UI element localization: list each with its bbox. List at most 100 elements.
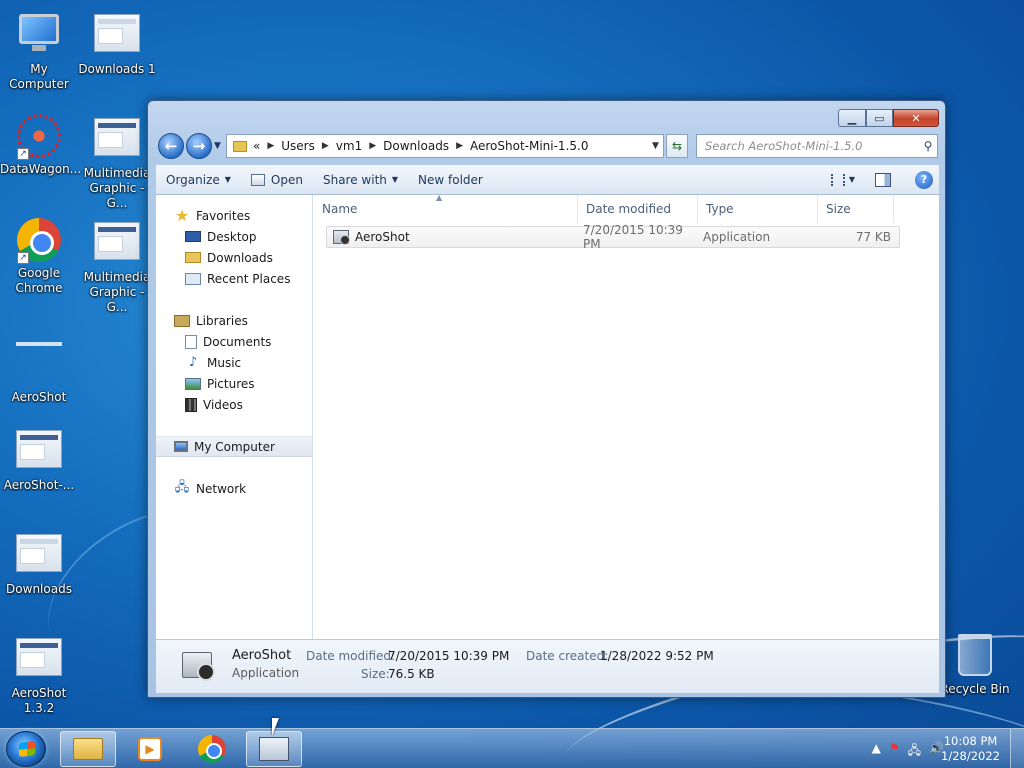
videos-icon [185, 397, 197, 412]
nav-item-libraries[interactable]: Libraries [156, 310, 312, 331]
column-header-date-modified[interactable]: Date modified [578, 195, 698, 223]
search-input[interactable] [705, 139, 919, 153]
desktop-icon-label: AeroShot-... [3, 478, 75, 492]
show-hidden-icons-icon[interactable]: ▲ [872, 741, 881, 762]
address-bar[interactable]: « ▶ Users ▶ vm1 ▶ Downloads ▶ AeroShot-M… [226, 134, 664, 158]
system-tray: ▲ ⚑ 🖧 🔊 [872, 741, 944, 762]
column-label: Type [706, 202, 734, 216]
folder-icon [233, 140, 247, 152]
close-icon: ✕ [911, 111, 921, 125]
nav-item-recent-places[interactable]: Recent Places [156, 268, 312, 289]
desktop-icon-my-computer[interactable]: My Computer [0, 10, 78, 92]
desktop-icon-multimedia-graphic-1[interactable]: Multimedia Graphic - G... [78, 114, 156, 211]
nav-item-my-computer[interactable]: My Computer [156, 436, 312, 457]
breadcrumb-aeroshot-mini[interactable]: AeroShot-Mini-1.5.0 [470, 139, 588, 153]
desktop-icon-downloads-1[interactable]: Downloads 1 [78, 10, 156, 77]
screenshot-thumbnail-icon [16, 638, 62, 676]
close-button[interactable]: ✕ [893, 109, 939, 127]
nav-item-label: Music [207, 355, 242, 370]
forward-button[interactable]: → [186, 133, 212, 159]
breadcrumb-downloads[interactable]: Downloads [383, 139, 449, 153]
column-header-type[interactable]: Type [698, 195, 818, 223]
desktop-icon-label: Downloads [6, 582, 72, 596]
computer-icon [174, 441, 188, 452]
share-with-button[interactable]: Share with ▼ [313, 165, 408, 194]
details-file-type: Application [232, 666, 300, 680]
desktop-icon-datawagon[interactable]: ↗ DataWagon... [0, 114, 81, 177]
mouse-cursor-icon [272, 718, 286, 736]
change-view-icon[interactable] [830, 173, 845, 186]
nav-item-label: Pictures [207, 376, 255, 391]
desktop-icon-recycle-bin[interactable]: Recycle Bin [936, 634, 1014, 697]
file-name: AeroShot [355, 230, 410, 244]
network-icon: 🖧 [174, 479, 190, 495]
start-button[interactable] [6, 731, 46, 767]
taskbar-windows-explorer[interactable] [60, 731, 116, 767]
help-icon[interactable]: ? [915, 170, 933, 189]
search-icon[interactable]: ⚲ [919, 139, 937, 153]
desktop-icon-label: My Computer [9, 62, 69, 91]
action-center-icon[interactable]: ⚑ [889, 741, 900, 762]
details-size: 76.5 KB [388, 667, 435, 681]
nav-item-music[interactable]: ♪ Music [156, 352, 312, 373]
nav-item-label: My Computer [194, 439, 275, 454]
organize-button[interactable]: Organize ▼ [156, 165, 241, 194]
clock-date: 1/28/2022 [941, 749, 1000, 763]
file-row[interactable]: AeroShot 7/20/2015 10:39 PM Application … [326, 223, 900, 251]
minimize-button[interactable]: ▁ [838, 109, 866, 127]
breadcrumb-users[interactable]: Users [281, 139, 315, 153]
nav-item-documents[interactable]: Documents [156, 331, 312, 352]
nav-item-desktop[interactable]: Desktop [156, 226, 312, 247]
application-icon [333, 230, 350, 245]
taskbar-google-chrome[interactable] [184, 731, 240, 767]
column-header-size[interactable]: Size [818, 195, 894, 223]
forward-arrow-icon: → [192, 137, 206, 155]
show-desktop-button[interactable] [1010, 729, 1024, 768]
refresh-button[interactable]: ⇆ [666, 134, 688, 158]
desktop-icon-multimedia-graphic-2[interactable]: Multimedia Graphic - G... [78, 218, 156, 315]
recycle-bin-icon [958, 634, 992, 676]
desktop-icon-aeroshot-132[interactable]: AeroShot 1.3.2 [0, 634, 78, 716]
desktop-icon-aeroshot[interactable]: AeroShot [0, 322, 78, 405]
screenshot-thumbnail-icon [94, 222, 140, 260]
clock[interactable]: 10:08 PM 1/28/2022 [941, 734, 1000, 764]
preview-pane-icon[interactable] [875, 172, 891, 187]
maximize-button[interactable]: ▭ [866, 109, 893, 127]
restore-icon: ▭ [874, 111, 885, 125]
new-folder-button[interactable]: New folder [408, 165, 493, 194]
address-dropdown-button[interactable]: ▼ [647, 141, 663, 151]
nav-item-label: Desktop [207, 229, 257, 244]
recent-pages-dropdown[interactable]: ▼ [214, 141, 221, 151]
nav-item-downloads[interactable]: Downloads [156, 247, 312, 268]
details-date-created-label: Date created: [526, 649, 609, 663]
minimize-icon: ▁ [847, 111, 857, 125]
desktop-icon-label: AeroShot 1.3.2 [11, 686, 67, 715]
nav-item-label: Network [196, 481, 247, 496]
share-with-label: Share with [322, 172, 387, 187]
nav-item-network[interactable]: 🖧 Network [156, 478, 312, 499]
command-bar: Organize ▼ Open Share with ▼ New folder ▼ … [156, 165, 939, 195]
nav-item-pictures[interactable]: Pictures [156, 373, 312, 394]
taskbar-media-player[interactable]: ▶ [122, 731, 178, 767]
folder-icon [73, 738, 103, 760]
chrome-icon [198, 735, 226, 763]
network-icon[interactable]: 🖧 [908, 741, 921, 762]
back-button[interactable]: ← [158, 133, 184, 159]
chevron-down-icon[interactable]: ▼ [849, 175, 855, 184]
desktop-icon-downloads[interactable]: Downloads [0, 530, 78, 597]
desktop-icon-google-chrome[interactable]: ↗ Google Chrome [0, 218, 78, 296]
nav-item-label: Downloads [207, 250, 273, 265]
file-date-modified: 7/20/2015 10:39 PM [583, 223, 683, 251]
breadcrumb-overflow[interactable]: « [253, 139, 260, 153]
column-header-name[interactable]: Name ▲ [314, 193, 578, 223]
column-label: Size [826, 202, 851, 216]
breadcrumb-vm1[interactable]: vm1 [336, 139, 362, 153]
open-button[interactable]: Open [241, 165, 313, 194]
taskbar-aeroshot[interactable] [246, 731, 302, 767]
desktop-icon-aeroshot-folder[interactable]: AeroShot-... [0, 426, 78, 493]
nav-item-favorites[interactable]: ★ Favorites [156, 205, 312, 226]
column-label: Date modified [586, 202, 672, 216]
new-folder-label: New folder [418, 172, 483, 187]
nav-item-videos[interactable]: Videos [156, 394, 312, 415]
music-icon: ♪ [188, 355, 198, 370]
